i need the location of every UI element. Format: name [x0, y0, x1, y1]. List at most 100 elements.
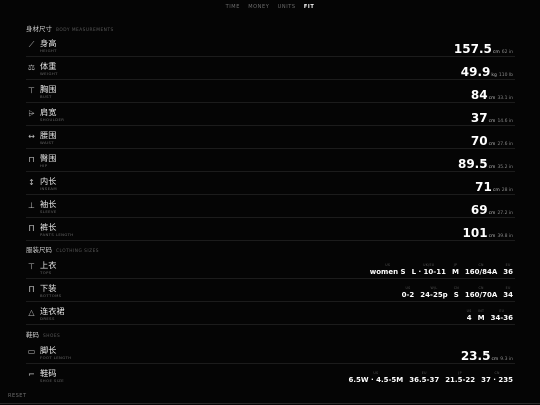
size-value: 34: [503, 291, 513, 299]
size-value: 37 · 235: [481, 376, 513, 384]
section-title-zh: 服装尺码: [26, 246, 52, 254]
value-alt: 110 lb: [498, 73, 513, 78]
size-value: M: [477, 314, 485, 322]
divider: [26, 125, 515, 126]
size-list: US 6.5W · 4.5-5M EU 36.5-37 JP 21.5-22 CN 37…: [348, 371, 513, 384]
measurement-value: 157.5cm 62 in: [454, 38, 513, 57]
size-value: 36: [503, 268, 513, 276]
reset-button[interactable]: RESET: [8, 393, 27, 399]
size-value: L · 10-11: [411, 268, 446, 276]
foot-icon: ▭: [27, 347, 36, 356]
measurement-value: 23.5cm 9.3 in: [461, 345, 513, 364]
tab-time[interactable]: TIME: [226, 4, 240, 10]
divider: [26, 148, 515, 149]
divider: [26, 363, 515, 364]
size-value: 6.5W · 4.5-5M: [348, 376, 404, 384]
value-alt: 27.6 in: [497, 142, 513, 147]
tab-fit[interactable]: FIT: [304, 4, 315, 10]
shoe-icon: ⌐: [28, 370, 35, 379]
measurement-value: 70cm 27.6 in: [471, 130, 513, 149]
size-value: 24-25p: [420, 291, 448, 299]
size-cell: US 4: [467, 309, 472, 322]
measurement-row-hip[interactable]: ⊓ 臀围 HIP 89.5cm 35.2 in: [26, 150, 515, 172]
bottoms-icon: Π: [28, 285, 35, 294]
size-value: 160/70A: [464, 291, 498, 299]
pants-icon: Π: [28, 224, 35, 233]
measurement-row-bust[interactable]: ⊤ 胸围 BUST 84cm 33.1 in: [26, 81, 515, 103]
value-unit: cm: [488, 142, 496, 147]
measurement-row-pants-length[interactable]: Π 裤长 PANTS LENGTH 101cm 39.8 in: [26, 219, 515, 241]
size-value: women S: [369, 268, 406, 276]
measurement-row-sleeve[interactable]: ⊥ 袖长 SLEEVE 69cm 27.2 in: [26, 196, 515, 218]
divider: [26, 56, 515, 57]
value-number: 37: [470, 111, 488, 125]
tops-icon: ⊤: [28, 262, 35, 271]
measurement-row-height[interactable]: ⟋ 身高 HEIGHT 157.5cm 62 in: [26, 35, 515, 57]
value-alt: 28 in: [501, 188, 513, 193]
measurement-row-weight[interactable]: ⚖ 体重 WEIGHT 49.9kg 110 lb: [26, 58, 515, 80]
row-label-en: INSEAM: [40, 186, 58, 191]
value-unit: cm: [491, 357, 499, 362]
dress-icon: △: [28, 308, 35, 317]
value-number: 70: [470, 134, 488, 148]
divider: [26, 217, 515, 218]
measurement-row-shoulder[interactable]: ⩥ 肩宽 SHOULDER 37cm 14.6 in: [26, 104, 515, 126]
shirt-icon: ⊤: [28, 86, 35, 95]
size-cell: CN 160/84A: [465, 263, 497, 276]
shoulder-icon: ⩥: [28, 109, 35, 118]
measurement-value: 69cm 27.2 in: [471, 199, 513, 218]
divider: [26, 240, 515, 241]
value-number: 69: [470, 203, 488, 217]
row-label-en: HEIGHT: [40, 48, 57, 53]
measurement-value: 89.5cm 35.2 in: [458, 153, 513, 172]
value-alt: 9.3 in: [500, 357, 513, 362]
value-unit: cm: [488, 211, 496, 216]
size-cell: EU 34: [503, 286, 513, 299]
measurement-row-inseam[interactable]: ↕ 内长 INSEAM 71cm 28 in: [26, 173, 515, 195]
value-alt: 14.6 in: [497, 119, 513, 124]
size-row-bottoms[interactable]: Π 下装 BOTTOMS US 0-2 W/L 24-25p CN S CN 160/7…: [26, 280, 515, 302]
measurement-value: 49.9kg 110 lb: [461, 61, 513, 80]
value-unit: cm: [492, 188, 500, 193]
size-cell: UK/EU L · 10-11: [412, 263, 446, 276]
section-shoes-title: 鞋码 SHOES: [26, 329, 60, 339]
section-title-zh: 身材尺寸: [26, 25, 52, 33]
value-number: 157.5: [453, 42, 492, 56]
size-value: 4: [466, 314, 472, 322]
value-alt: 62 in: [501, 50, 513, 55]
size-value: 160/84A: [464, 268, 498, 276]
measurement-row-foot-length[interactable]: ▭ 脚长 FOOT LENGTH 23.5cm 9.3 in: [26, 342, 515, 364]
value-alt: 35.2 in: [497, 165, 513, 170]
value-alt: 39.8 in: [497, 234, 513, 239]
divider: [26, 102, 515, 103]
size-row-shoe-size[interactable]: ⌐ 鞋码 SHOE SIZE US 6.5W · 4.5-5M EU 36.5-37…: [26, 365, 515, 387]
size-list: US 0-2 W/L 24-25p CN S CN 160/70A EU 34: [402, 286, 513, 299]
value-unit: cm: [488, 234, 496, 239]
section-title-en: BODY MEASUREMENTS: [56, 28, 114, 33]
row-label-en: PANTS LENGTH: [40, 232, 74, 237]
value-unit: cm: [488, 96, 496, 101]
row-label-en: WEIGHT: [40, 71, 58, 76]
row-label-en: TOPS: [40, 270, 52, 275]
scale-icon: ⚖: [27, 63, 36, 72]
value-unit: cm: [492, 50, 500, 55]
tab-money[interactable]: MONEY: [248, 4, 269, 10]
size-cell: EU 36.5-37: [409, 371, 439, 384]
ruler-icon: ⟋: [28, 40, 35, 49]
row-label-en: WAIST: [40, 140, 54, 145]
measurement-row-waist[interactable]: ↔ 腰围 WAIST 70cm 27.6 in: [26, 127, 515, 149]
footer-divider: [0, 403, 540, 404]
size-value: 34-36: [490, 314, 513, 322]
sleeve-icon: ⊥: [28, 201, 35, 210]
section-clothing-title: 服装尺码 CLOTHING SIZES: [26, 244, 99, 254]
inseam-icon: ↕: [28, 178, 35, 187]
size-row-tops[interactable]: ⊤ 上衣 TOPS US women S UK/EU L · 10-11 JP M C…: [26, 257, 515, 279]
size-row-dress[interactable]: △ 连衣裙 DRESS US 4 INT M EU 34-36: [26, 303, 515, 325]
row-label-en: SHOE SIZE: [40, 378, 64, 383]
value-number: 71: [475, 180, 492, 194]
hip-icon: ⊓: [28, 155, 35, 164]
tab-units[interactable]: UNITS: [278, 4, 296, 10]
size-cell: EU 36: [503, 263, 513, 276]
size-cell: CN 160/70A: [465, 286, 497, 299]
row-label-en: HIP: [40, 163, 48, 168]
